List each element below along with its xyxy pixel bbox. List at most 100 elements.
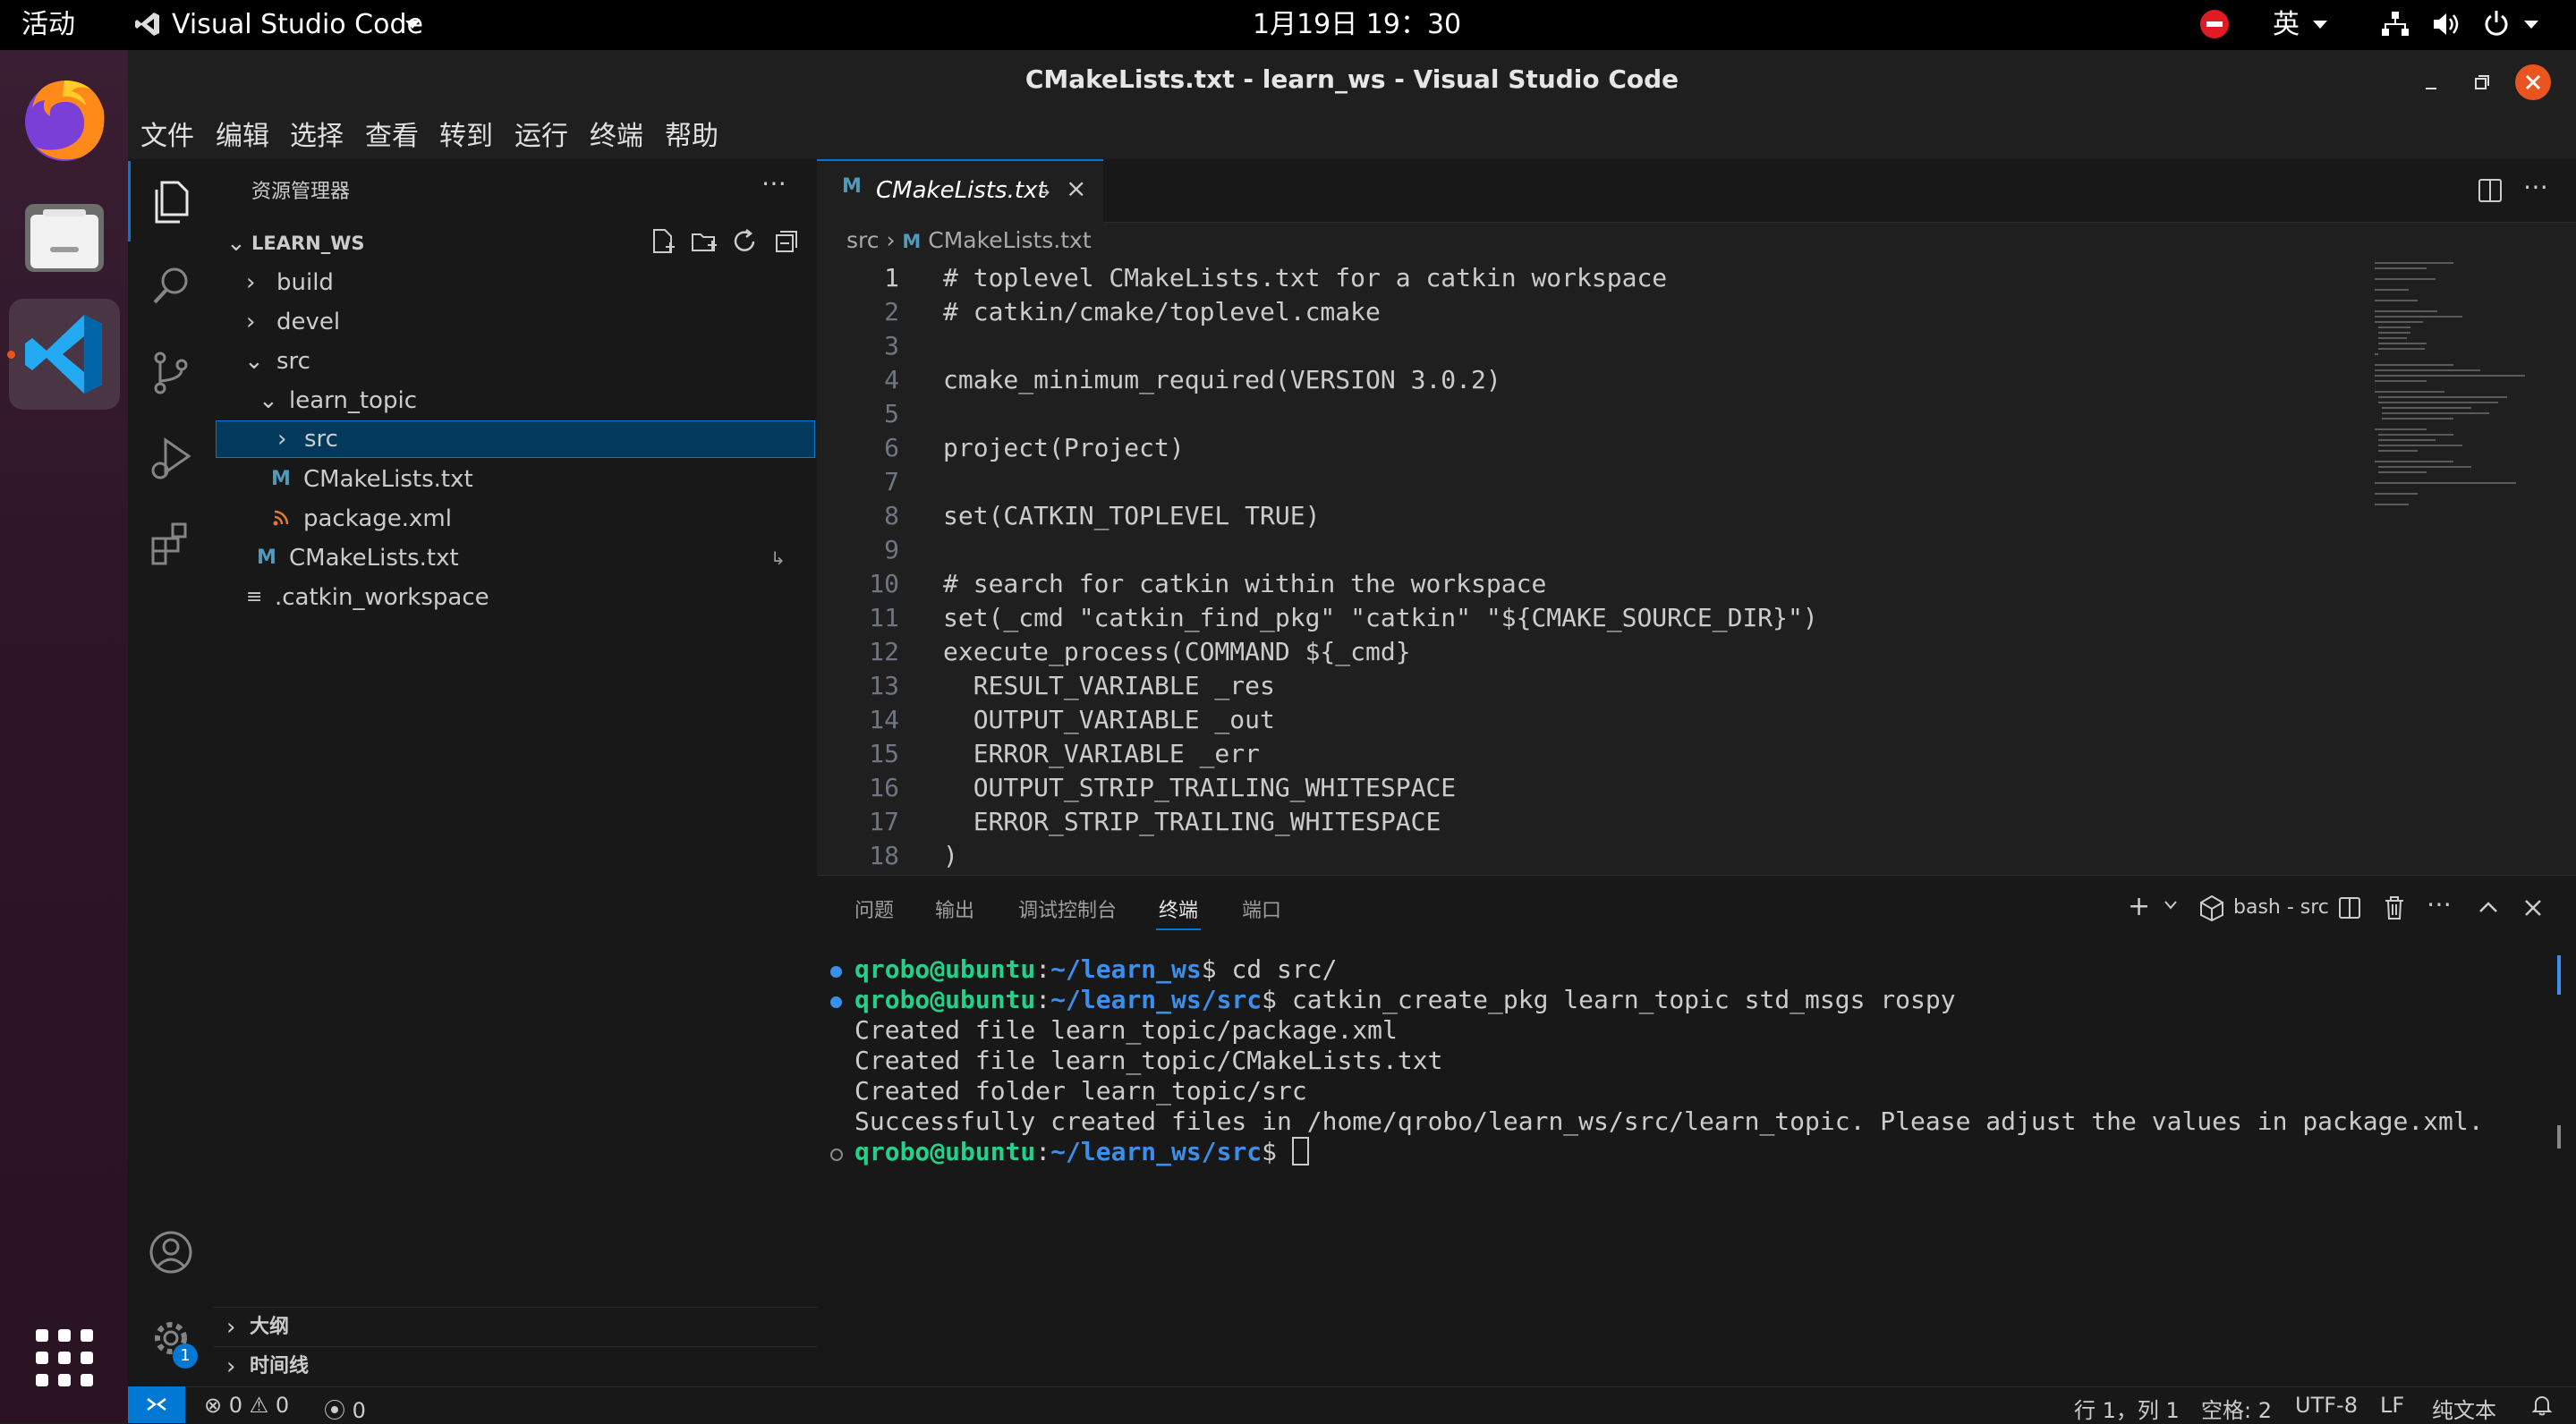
remote-indicator[interactable]: [128, 1386, 185, 1423]
close-tab-icon[interactable]: ×: [1066, 174, 1086, 203]
kill-terminal-icon[interactable]: [2382, 894, 2407, 921]
tab-debug-console[interactable]: 调试控制台: [1018, 894, 1117, 923]
notification-stop-icon[interactable]: [2199, 9, 2230, 39]
vscode-dock-icon[interactable]: [9, 299, 120, 410]
code-line[interactable]: set(_cmd "catkin_find_pkg" "catkin" "${C…: [943, 603, 1818, 632]
end-of-line[interactable]: LF: [2380, 1393, 2404, 1418]
split-editor-icon[interactable]: [2477, 177, 2504, 204]
code-line[interactable]: ERROR_STRIP_TRAILING_WHITESPACE: [943, 807, 1441, 836]
menu-file[interactable]: 文件: [140, 120, 194, 154]
show-apps-icon[interactable]: [9, 1302, 120, 1413]
code-line[interactable]: # toplevel CMakeLists.txt for a catkin w…: [943, 263, 1667, 292]
code-line[interactable]: project(Project): [943, 433, 1185, 462]
menu-terminal[interactable]: 终端: [590, 120, 643, 154]
terminal-prompt[interactable]: qrobo@ubuntu:~/learn_ws/src$: [854, 1137, 1309, 1166]
workspace-root[interactable]: ⌄ LEARN_WS: [214, 224, 817, 263]
tree-file-cmakelists[interactable]: M CMakeLists.txt ↳: [214, 538, 817, 578]
app-menu-button[interactable]: Visual Studio Code: [172, 7, 423, 43]
chevron-down-icon: ⌄: [226, 230, 246, 257]
firefox-icon[interactable]: [9, 64, 120, 175]
command-success-dot[interactable]: [830, 966, 842, 978]
run-debug-icon[interactable]: [146, 433, 196, 483]
minimize-icon[interactable]: [2419, 70, 2445, 97]
input-method-indicator[interactable]: 英: [2273, 7, 2300, 43]
clock[interactable]: 1月19日 19：30: [1253, 7, 1461, 43]
menu-run[interactable]: 运行: [514, 120, 568, 154]
tab-cmakelists[interactable]: M CMakeLists.txt ↳ ×: [817, 159, 1103, 225]
collapse-all-icon[interactable]: [772, 227, 801, 256]
close-window-icon[interactable]: [2513, 63, 2553, 102]
tab-terminal[interactable]: 终端: [1159, 894, 1198, 923]
scrollbar-thumb[interactable]: [2557, 1125, 2561, 1149]
accounts-icon[interactable]: [146, 1227, 196, 1277]
command-success-dot[interactable]: [830, 996, 842, 1008]
tree-folder-learn-topic-src[interactable]: › src: [216, 420, 815, 458]
volume-icon[interactable]: [2432, 11, 2462, 38]
problems-status[interactable]: ⊗ 0 ⚠ 0: [204, 1393, 289, 1418]
menu-help[interactable]: 帮助: [665, 120, 718, 154]
new-terminal-icon[interactable]: +: [2128, 891, 2150, 922]
network-icon[interactable]: [2380, 11, 2410, 38]
activities-button[interactable]: 活动: [21, 7, 75, 43]
tree-file-package-xml[interactable]: package.xml: [214, 499, 817, 538]
code-line[interactable]: set(CATKIN_TOPLEVEL TRUE): [943, 501, 1320, 530]
outline-section[interactable]: › 大纲: [214, 1308, 817, 1347]
restore-icon[interactable]: [2469, 70, 2495, 97]
editor-more-icon[interactable]: ⋯: [2523, 172, 2548, 201]
code-line[interactable]: cmake_minimum_required(VERSION 3.0.2): [943, 365, 1501, 394]
code-line[interactable]: ): [943, 841, 958, 870]
indentation[interactable]: 空格: 2: [2201, 1393, 2272, 1424]
new-folder-icon[interactable]: [690, 227, 718, 256]
timeline-section[interactable]: › 时间线: [214, 1347, 817, 1386]
refresh-icon[interactable]: [731, 227, 760, 256]
menu-view[interactable]: 查看: [365, 120, 419, 154]
tab-output[interactable]: 输出: [935, 894, 974, 923]
tab-ports[interactable]: 端口: [1242, 894, 1281, 923]
line-number: 17: [869, 807, 899, 836]
language-mode[interactable]: 纯文本: [2432, 1393, 2496, 1424]
notifications-bell-icon[interactable]: [2530, 1394, 2554, 1417]
code-line[interactable]: # catkin/cmake/toplevel.cmake: [943, 297, 1381, 326]
tree-file-catkin-workspace[interactable]: ≡ .catkin_workspace: [214, 578, 817, 617]
files-icon[interactable]: [9, 182, 120, 293]
ports-status[interactable]: ⦿ 0: [324, 1393, 366, 1424]
broadcast-icon: ⦿: [324, 1398, 345, 1423]
tab-problems[interactable]: 问题: [854, 894, 894, 923]
breadcrumb-folder[interactable]: src: [846, 227, 880, 253]
tree-folder-src[interactable]: ⌄ src: [214, 342, 817, 381]
power-icon[interactable]: [2482, 9, 2511, 38]
breadcrumb-file[interactable]: CMakeLists.txt: [928, 227, 1091, 253]
maximize-panel-icon[interactable]: [2477, 896, 2500, 920]
code-line[interactable]: RESULT_VARIABLE _res: [943, 671, 1275, 700]
minimap[interactable]: [2373, 259, 2534, 510]
menu-go[interactable]: 转到: [439, 120, 493, 154]
code-line[interactable]: OUTPUT_STRIP_TRAILING_WHITESPACE: [943, 773, 1456, 802]
close-panel-icon[interactable]: [2521, 896, 2545, 920]
cursor-position[interactable]: 行 1，列 1: [2074, 1393, 2180, 1424]
explorer-icon[interactable]: [146, 175, 196, 225]
search-icon[interactable]: [146, 261, 196, 311]
tree-file-learn-topic-cmakelists[interactable]: M CMakeLists.txt: [214, 460, 817, 499]
tree-folder-learn-topic[interactable]: ⌄ learn_topic: [214, 381, 817, 420]
split-terminal-icon[interactable]: [2337, 895, 2362, 920]
code-line[interactable]: ERROR_VARIABLE _err: [943, 739, 1260, 768]
more-actions-icon[interactable]: ⋯: [761, 168, 786, 198]
menu-selection[interactable]: 选择: [290, 120, 344, 154]
tree-folder-devel[interactable]: › devel: [214, 302, 817, 342]
terminal-cursor: [1291, 1137, 1309, 1165]
code-line[interactable]: # search for catkin within the workspace: [943, 569, 1546, 598]
terminal-name[interactable]: bash - src: [2233, 896, 2329, 919]
menu-edit[interactable]: 编辑: [216, 120, 269, 154]
code-line[interactable]: execute_process(COMMAND ${_cmd}: [943, 637, 1411, 666]
chevron-down-icon[interactable]: [2164, 900, 2178, 911]
command-pending-dot[interactable]: [830, 1149, 843, 1161]
panel-more-icon[interactable]: ⋯: [2427, 889, 2452, 919]
line-number: 15: [869, 739, 899, 768]
new-file-icon[interactable]: [649, 227, 677, 256]
chevron-right-icon: ›: [886, 227, 903, 253]
encoding[interactable]: UTF-8: [2295, 1393, 2358, 1418]
tree-folder-build[interactable]: › build: [214, 263, 817, 302]
source-control-icon[interactable]: [146, 347, 196, 397]
code-line[interactable]: OUTPUT_VARIABLE _out: [943, 705, 1275, 734]
extensions-icon[interactable]: [146, 519, 196, 569]
